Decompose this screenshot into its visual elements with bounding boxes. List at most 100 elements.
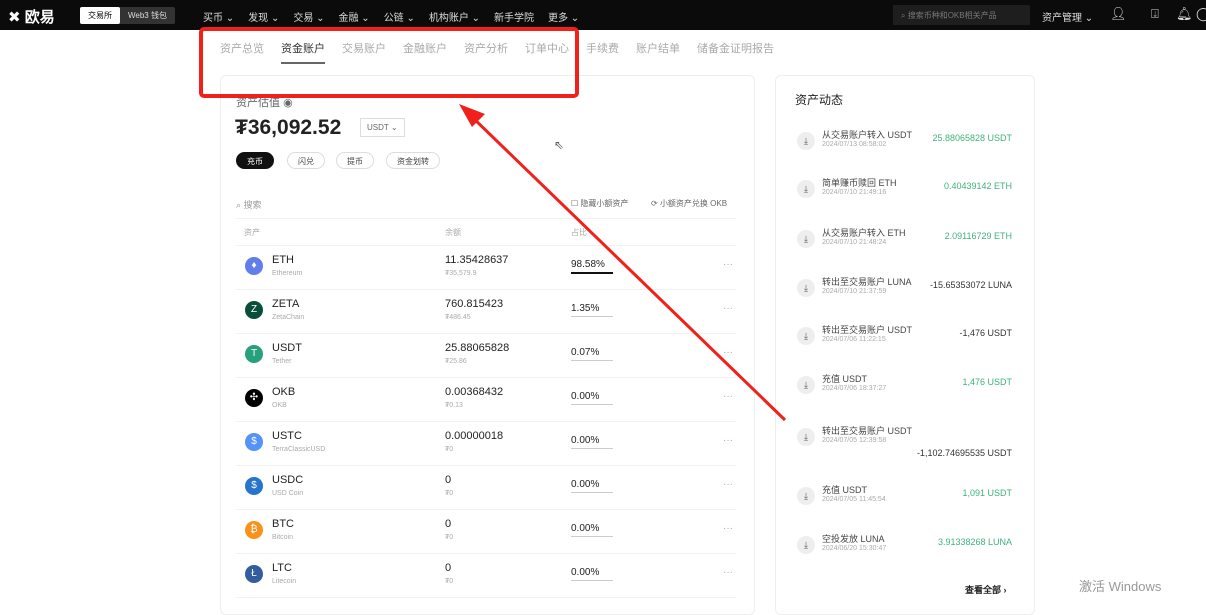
tab-fees[interactable]: 手续费 (586, 40, 619, 64)
tab-analysis[interactable]: 资产分析 (464, 40, 508, 64)
asset-balance: 11.35428637 (445, 254, 508, 266)
product-switch: 交易所 Web3 钱包 (80, 7, 175, 24)
tab-overview[interactable]: 资产总览 (220, 40, 264, 64)
asset-symbol: ETH (272, 254, 294, 266)
nav-learn[interactable]: 新手学院 (494, 9, 534, 24)
currency-select[interactable]: USDT ⌄ (360, 118, 405, 137)
activity-item[interactable]: ⤓ 简单赚币赎回 ETH 2024/07/10 21:49:16 0.40439… (792, 170, 1020, 216)
asset-search-input[interactable]: ⌕ 搜索 (236, 198, 262, 211)
more-button[interactable]: ··· (723, 435, 733, 446)
eye-icon[interactable]: ◉ (283, 97, 293, 109)
nav-finance[interactable]: 金融 ⌄ (339, 9, 370, 24)
hide-small-checkbox[interactable]: ☐ 隐藏小额资产 (571, 198, 628, 209)
asset-share: 0.00% (571, 523, 613, 537)
asset-name: USD Coin (272, 490, 303, 497)
activity-item[interactable]: ⤓ 空投发放 LUNA 2024/06/20 15:30:47 3.913382… (792, 526, 1020, 572)
activity-item[interactable]: ⤓ 从交易账户转入 ETH 2024/07/10 21:48:24 2.0911… (792, 220, 1020, 266)
asset-name: ZetaChain (272, 314, 304, 321)
tab-statements[interactable]: 账户结单 (636, 40, 680, 64)
tab-exchange[interactable]: 交易所 (80, 7, 120, 24)
tab-finance-account[interactable]: 金融账户 (403, 40, 447, 64)
asset-row[interactable]: ✣ OKB OKB 0.00368432 ₮0.13 0.00% ··· (236, 378, 736, 422)
asset-value: ₮0 (445, 578, 453, 585)
transfer-icon: ⤓ (797, 132, 815, 150)
transfer-icon: ⤓ (797, 180, 815, 198)
activity-title: 转出至交易账户 USDT (822, 424, 912, 437)
user-icon[interactable]: 👤︎ (1110, 6, 1127, 22)
nav-discover[interactable]: 发现 ⌄ (248, 9, 279, 24)
asset-row[interactable]: T USDT Tether 25.88065828 ₮25.86 0.07% ·… (236, 334, 736, 378)
deposit-button[interactable]: 充币 (236, 152, 274, 169)
tab-funding-account[interactable]: 资金账户 (281, 40, 325, 64)
activity-date: 2024/07/13 08:58:02 (822, 141, 886, 148)
nav-trade[interactable]: 交易 ⌄ (293, 9, 324, 24)
asset-row[interactable]: $ USTC TerraClassicUSD 0.00000018 ₮0 0.0… (236, 422, 736, 466)
asset-name: TerraClassicUSD (272, 446, 325, 453)
nav-buy[interactable]: 买币 ⌄ (203, 9, 234, 24)
asset-share: 1.35% (571, 303, 613, 317)
header-share[interactable]: 占比 (571, 227, 587, 238)
more-button[interactable]: ··· (723, 259, 733, 270)
transfer-icon: ⤓ (797, 428, 815, 446)
transfer-button[interactable]: 资金划转 (386, 152, 440, 169)
more-button[interactable]: ··· (723, 391, 733, 402)
activity-item[interactable]: ⤓ 从交易账户转入 USDT 2024/07/13 08:58:02 25.88… (792, 122, 1020, 168)
activity-item[interactable]: ⤓ 转出至交易账户 LUNA 2024/07/10 21:37:59 -15.6… (792, 269, 1020, 315)
search-input[interactable]: ⌕ 搜索币种和OKB相关产品 (893, 5, 1030, 25)
tab-trading-account[interactable]: 交易账户 (342, 40, 386, 64)
activity-item[interactable]: ⤓ 充值 USDT 2024/07/06 18:37:27 1,476 USDT (792, 366, 1020, 412)
activity-item[interactable]: ⤓ 转出至交易账户 USDT 2024/07/05 12:39:58 -1,10… (792, 418, 1020, 464)
convert-small-link[interactable]: ⟳ 小额资产兑换 OKB (651, 198, 727, 209)
okx-logo[interactable]: ✖ 欧易 (8, 6, 55, 27)
coin-icon: ✣ (245, 389, 263, 407)
activity-amount: -1,476 USDT (959, 328, 1012, 338)
asset-symbol: OKB (272, 386, 295, 398)
more-button[interactable]: ··· (723, 567, 733, 578)
activity-item[interactable]: ⤓ 充值 USDT 2024/07/05 11:45:54 1,091 USDT (792, 477, 1020, 523)
windows-watermark: 激活 Windows (1079, 576, 1161, 595)
asset-name: Ethereum (272, 270, 302, 277)
asset-symbol: USTC (272, 430, 302, 442)
more-button[interactable]: ··· (723, 479, 733, 490)
download-icon[interactable]: ⍗ (1151, 6, 1159, 22)
more-button[interactable]: ··· (723, 303, 733, 314)
asset-management-menu[interactable]: 资产管理 ⌄ (1042, 9, 1093, 24)
transfer-icon: ⤓ (797, 487, 815, 505)
asset-balance: 0.00368432 (445, 386, 503, 398)
nav-more[interactable]: 更多 ⌄ (548, 9, 579, 24)
search-placeholder: 搜索币种和OKB相关产品 (908, 11, 997, 20)
tab-web3-wallet[interactable]: Web3 钱包 (120, 7, 175, 24)
asset-symbol: USDC (272, 474, 303, 486)
activity-date: 2024/07/05 12:39:58 (822, 437, 886, 444)
asset-row[interactable]: ♦ ETH Ethereum 11.35428637 ₮35,579.9 98.… (236, 246, 736, 290)
more-button[interactable]: ··· (723, 347, 733, 358)
tab-orders[interactable]: 订单中心 (525, 40, 569, 64)
asset-share: 0.00% (571, 435, 613, 449)
asset-balance: 760.815423 (445, 298, 503, 310)
asset-row[interactable]: $ USDC USD Coin 0 ₮0 0.00% ··· (236, 466, 736, 510)
activity-title: 充值 USDT (822, 372, 867, 385)
asset-symbol: ZETA (272, 298, 299, 310)
globe-icon[interactable]: ◯ (1196, 6, 1206, 22)
asset-balance: 0 (445, 474, 451, 486)
withdraw-button[interactable]: 提币 (336, 152, 374, 169)
activity-amount: 0.40439142 ETH (944, 181, 1012, 191)
tab-proof-of-reserves[interactable]: 储备金证明报告 (697, 40, 774, 64)
coin-icon: ₿ (245, 521, 263, 539)
transfer-icon: ⤓ (797, 279, 815, 297)
asset-name: Litecoin (272, 578, 296, 585)
bell-icon[interactable]: 🔔︎ (1176, 6, 1193, 22)
activity-date: 2024/07/10 21:48:24 (822, 239, 886, 246)
more-button[interactable]: ··· (723, 523, 733, 534)
convert-button[interactable]: 闪兑 (287, 152, 325, 169)
asset-row[interactable]: ₿ BTC Bitcoin 0 ₮0 0.00% ··· (236, 510, 736, 554)
asset-row[interactable]: Ł LTC Litecoin 0 ₮0 0.00% ··· (236, 554, 736, 598)
nav-chain[interactable]: 公链 ⌄ (384, 9, 415, 24)
main-nav: 买币 ⌄ 发现 ⌄ 交易 ⌄ 金融 ⌄ 公链 ⌄ 机构账户 ⌄ 新手学院 更多 … (203, 9, 579, 24)
asset-row[interactable]: Z ZETA ZetaChain 760.815423 ₮486.45 1.35… (236, 290, 736, 334)
nav-institution[interactable]: 机构账户 ⌄ (429, 9, 480, 24)
activity-item[interactable]: ⤓ 转出至交易账户 USDT 2024/07/06 11:22:15 -1,47… (792, 317, 1020, 363)
activity-title: 从交易账户转入 USDT (822, 128, 912, 141)
asset-symbol: USDT (272, 342, 302, 354)
view-all-link[interactable]: 查看全部 › (965, 583, 1007, 596)
